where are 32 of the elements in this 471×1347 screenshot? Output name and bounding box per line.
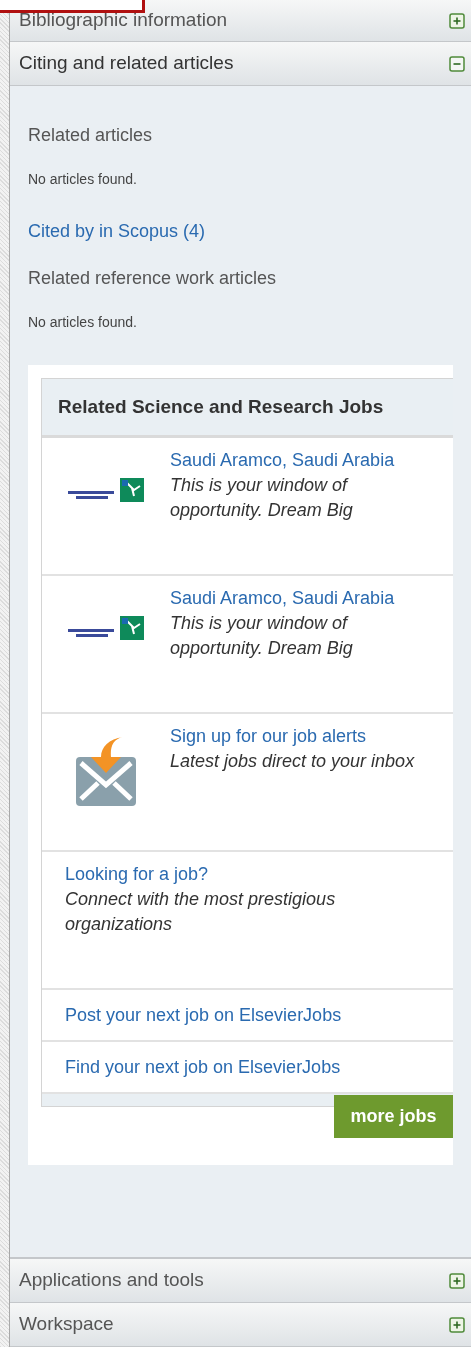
job-tagline: This is your window of opportunity. Dream Big — [170, 612, 354, 660]
expand-icon[interactable] — [449, 1316, 465, 1333]
more-jobs-button[interactable]: more jobs — [334, 1095, 453, 1138]
job-link[interactable]: Post your next job on ElsevierJobs — [65, 1002, 342, 1028]
job-link[interactable]: Looking for a job? — [65, 862, 209, 887]
section-title: Citing and related articles — [19, 51, 234, 76]
collapse-icon[interactable] — [449, 55, 465, 72]
jobs-title: Related Science and Research Jobs — [58, 394, 384, 419]
section-header[interactable]: Applications and tools — [10, 1259, 471, 1303]
company-logo-icon — [68, 616, 144, 642]
job-tagline: Latest jobs direct to your inbox — [170, 750, 416, 773]
scopus-link[interactable]: Cited by in Scopus (4) — [28, 218, 206, 245]
job-link[interactable]: Saudi Aramco, Saudi Arabia — [170, 448, 395, 473]
subsection-heading: Related reference work articles — [28, 267, 277, 290]
section-header[interactable]: Workspace — [10, 1303, 471, 1347]
job-tagline: This is your window of opportunity. Dream Big — [170, 474, 354, 522]
job-link[interactable]: Sign up for our job alerts — [170, 724, 367, 749]
subsection-heading: Related articles — [28, 124, 153, 147]
mail-icon — [75, 737, 137, 807]
expand-icon[interactable] — [449, 12, 465, 29]
expand-icon[interactable] — [449, 1272, 465, 1289]
section-header[interactable]: Citing and related articles — [10, 42, 471, 86]
company-logo-icon — [68, 478, 144, 504]
empty-note: No articles found. — [28, 170, 137, 189]
section-title: Applications and tools — [19, 1268, 204, 1293]
section-header[interactable]: Bibliographic information — [10, 0, 471, 42]
section-title: Bibliographic information — [19, 8, 228, 33]
job-link[interactable]: Find your next job on ElsevierJobs — [65, 1054, 341, 1080]
empty-note: No articles found. — [28, 313, 137, 332]
job-link[interactable]: Saudi Aramco, Saudi Arabia — [170, 586, 395, 611]
job-tagline: Connect with the most prestigious organizations — [65, 888, 337, 936]
section-title: Workspace — [19, 1312, 114, 1337]
